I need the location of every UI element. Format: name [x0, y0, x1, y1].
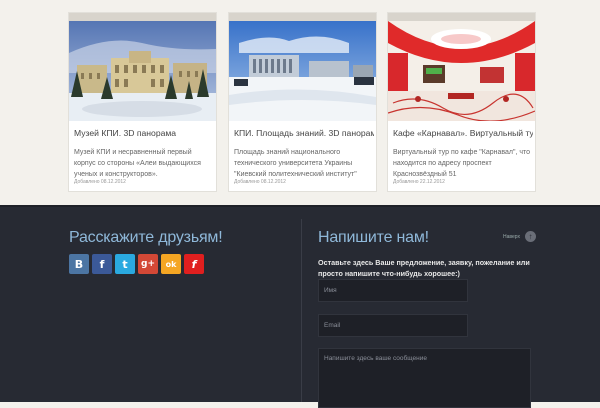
email-field[interactable]	[318, 314, 468, 337]
facebook-icon[interactable]: f	[92, 254, 112, 274]
article-title[interactable]: Кафе «Карнавал». Виртуальный тур	[393, 128, 533, 138]
article-description: Виртуальный тур по кафе "Карнавал", что …	[393, 149, 531, 178]
twitter-icon[interactable]: t	[115, 254, 135, 274]
footer: Расскажите друзьям! B f t g+ ok f Напиши…	[0, 205, 600, 408]
article-card[interactable]: КПИ. Площадь знаний. 3D панорама Площадь…	[228, 12, 377, 192]
panorama-thumbnail[interactable]	[388, 13, 535, 121]
article-description: Музей КПИ и несравненный первый корпус с…	[74, 149, 201, 178]
article-card[interactable]: Кафе «Карнавал». Виртуальный тур Виртуал…	[387, 12, 536, 192]
scroll-top-label[interactable]: Наверх	[503, 234, 520, 240]
scroll-top-icon[interactable]: ↑	[525, 231, 536, 242]
contact-heading: Напишите нам!	[318, 229, 429, 246]
article-date: Добавлено 08.12.2012	[234, 179, 286, 185]
article-date: Добавлено 22.12.2012	[393, 179, 445, 185]
panorama-thumbnail[interactable]	[229, 13, 376, 121]
message-field[interactable]	[318, 348, 531, 408]
google-plus-icon[interactable]: g+	[138, 254, 158, 274]
articles-section: Музей КПИ. 3D панорама Музей КПИ и несра…	[0, 0, 600, 205]
contact-intro: Оставьте здесь Ваше предложение, заявку,…	[318, 258, 530, 278]
fotostrana-icon[interactable]: f	[184, 254, 204, 274]
article-card[interactable]: Музей КПИ. 3D панорама Музей КПИ и несра…	[68, 12, 217, 192]
article-title[interactable]: КПИ. Площадь знаний. 3D панорама	[234, 128, 374, 138]
footer-divider	[301, 219, 302, 402]
name-field[interactable]	[318, 279, 468, 302]
article-description: Площадь знаний национального техническог…	[234, 149, 357, 178]
article-date: Добавлено 08.12.2012	[74, 179, 126, 185]
odnoklassniki-icon[interactable]: ok	[161, 254, 181, 274]
vkontakte-icon[interactable]: B	[69, 254, 89, 274]
social-buttons: B f t g+ ok f	[69, 254, 204, 274]
share-heading: Расскажите друзьям!	[69, 229, 223, 246]
article-title[interactable]: Музей КПИ. 3D панорама	[74, 128, 214, 138]
panorama-thumbnail[interactable]	[69, 13, 216, 121]
